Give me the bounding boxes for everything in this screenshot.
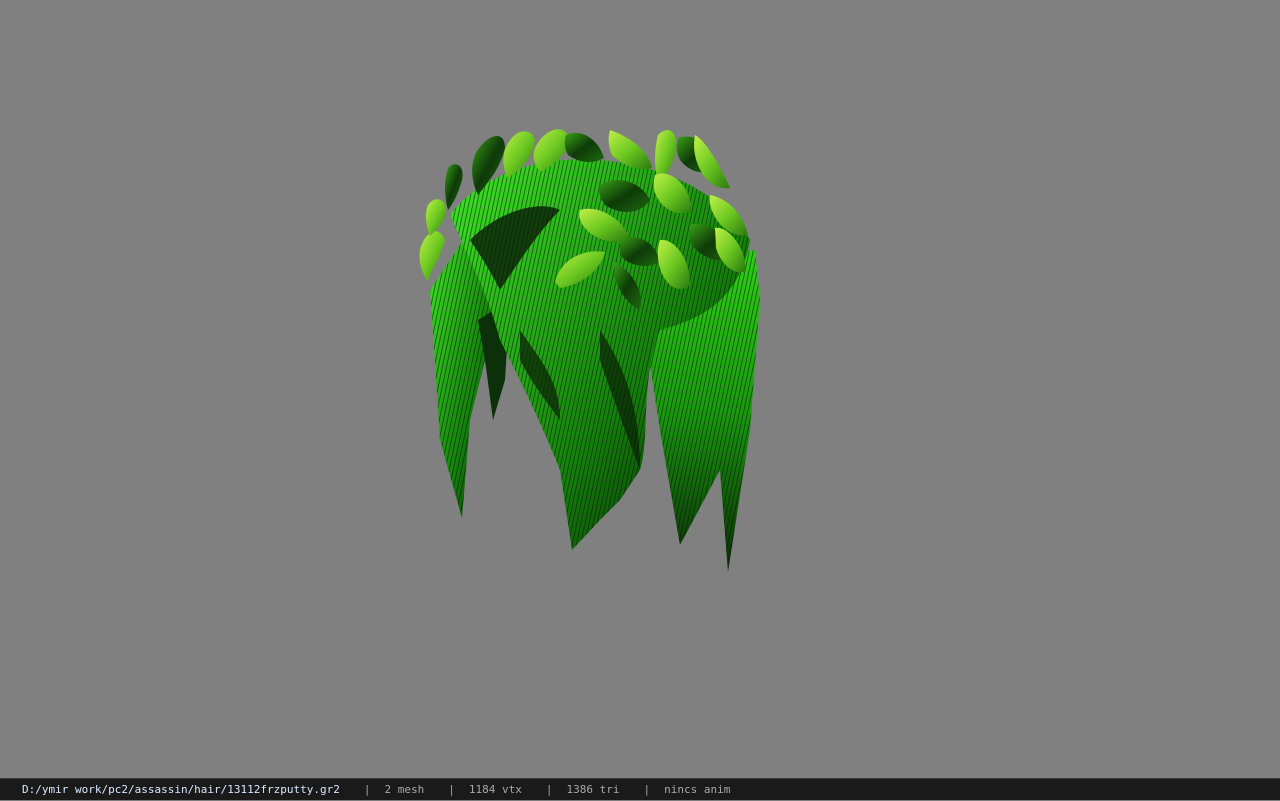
status-bar: D:/ymir work/pc2/assassin/hair/13112frzp…	[0, 778, 1280, 800]
status-separator: |	[545, 782, 553, 796]
hair-model-render	[419, 129, 760, 572]
mesh-count-label: 2 mesh	[384, 782, 425, 796]
status-separator: |	[448, 782, 455, 796]
status-separator: |	[363, 782, 371, 796]
file-path-label: D:/ymir work/pc2/assassin/hair/13112frzp…	[22, 782, 340, 796]
triangle-count-label: 1386 tri	[566, 782, 620, 796]
3d-viewport[interactable]	[0, 0, 1280, 778]
vertex-count-label: 1184 vtx	[468, 782, 522, 796]
status-separator: |	[643, 782, 651, 796]
animation-status-label: nincs anim	[664, 782, 731, 796]
